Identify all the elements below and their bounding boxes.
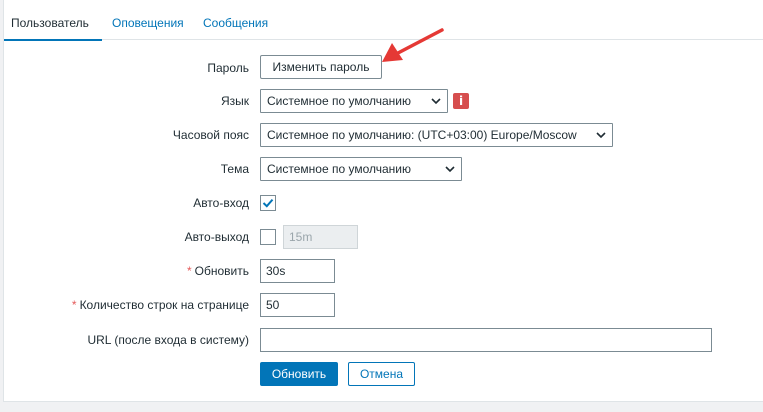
language-label: Язык [220,94,249,108]
password-label: Пароль [207,61,249,75]
required-mark: * [71,298,77,312]
refresh-label: * Обновить [187,259,249,283]
tab-user[interactable]: Пользователь [4,0,102,41]
theme-select[interactable]: Системное по умолчанию [260,157,462,181]
autologout-label: Авто-выход [184,230,249,244]
theme-select-value: Системное по умолчанию [267,162,411,176]
rows-per-page-label-text: Количество строк на странице [79,298,249,312]
tab-media[interactable]: Оповещения [112,0,184,40]
rows-per-page-input[interactable]: 50 [260,293,335,317]
rows-per-page-label: * Количество строк на странице [72,293,249,317]
refresh-label-text: Обновить [194,264,249,278]
chevron-down-icon [596,132,606,139]
change-password-button[interactable]: Изменить пароль [260,55,382,79]
refresh-input[interactable]: 30s [260,259,335,283]
tab-messages[interactable]: Сообщения [203,0,268,40]
autologout-checkbox[interactable] [260,229,276,245]
language-select[interactable]: Системное по умолчанию [260,89,448,113]
url-input[interactable] [260,328,712,352]
timezone-label: Часовой пояс [172,128,249,142]
required-mark: * [186,264,192,278]
submit-button[interactable]: Обновить [260,362,338,386]
language-select-value: Системное по умолчанию [267,94,411,108]
user-settings-panel: Пользователь Оповещения Сообщения Пароль… [3,0,763,402]
checkmark-icon [262,198,274,208]
tab-bar: Пользователь Оповещения Сообщения [4,0,763,41]
cancel-button[interactable]: Отмена [348,362,415,386]
url-label: URL (после входа в систему) [87,333,249,347]
chevron-down-icon [445,166,455,173]
autologout-input[interactable]: 15m [283,225,358,249]
autologin-label: Авто-вход [193,196,249,210]
timezone-select-value: Системное по умолчанию: (UTC+03:00) Euro… [267,128,577,142]
timezone-select[interactable]: Системное по умолчанию: (UTC+03:00) Euro… [260,123,613,147]
theme-label: Тема [220,162,249,176]
autologin-checkbox[interactable] [260,195,276,211]
chevron-down-icon [431,98,441,105]
info-icon[interactable]: i [453,93,469,109]
